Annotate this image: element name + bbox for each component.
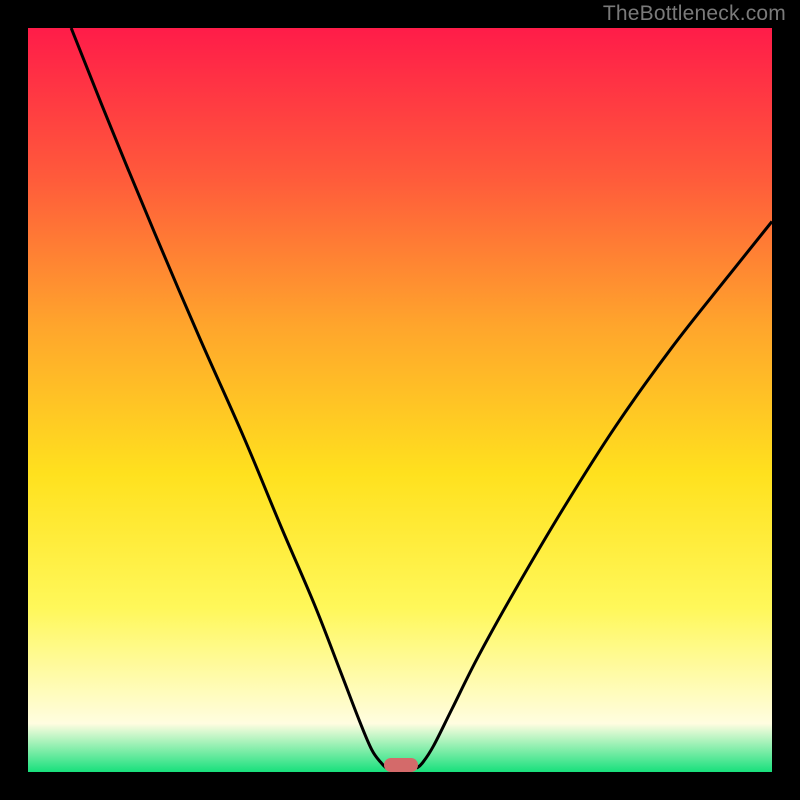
optimal-point-marker xyxy=(384,758,418,772)
bottleneck-curve xyxy=(28,28,772,772)
watermark-text: TheBottleneck.com xyxy=(603,2,786,26)
curve-right-branch xyxy=(416,221,772,768)
curve-left-branch xyxy=(71,28,386,768)
plot-area xyxy=(28,28,772,772)
chart-container: TheBottleneck.com xyxy=(0,0,800,800)
